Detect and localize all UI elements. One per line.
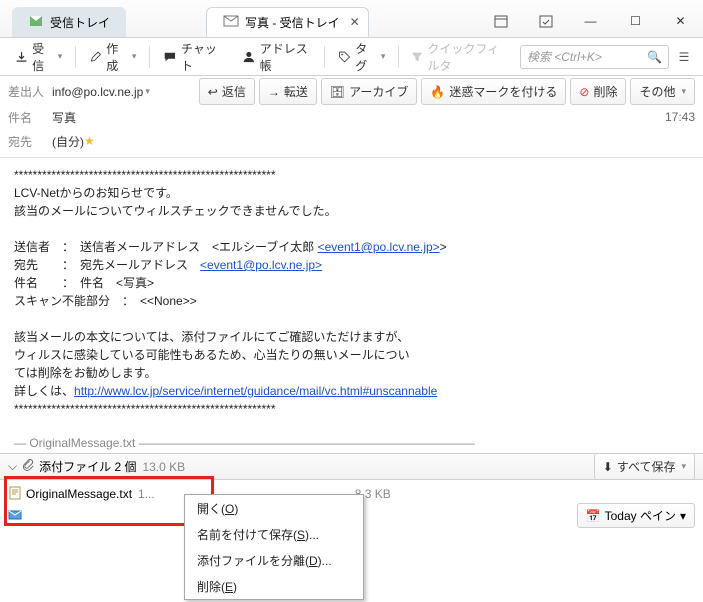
- message-body-container: ****************************************…: [0, 158, 703, 454]
- forward-icon: →: [268, 85, 280, 99]
- chevron-down-icon: ▾: [681, 461, 686, 472]
- attachment-size: 1...: [138, 487, 155, 501]
- calendar-icon[interactable]: [478, 5, 523, 37]
- forward-button[interactable]: →転送: [259, 78, 317, 105]
- chevron-down-icon: ▾: [58, 51, 63, 62]
- tab-message-label: 写真 - 受信トレイ: [245, 14, 340, 31]
- junk-button[interactable]: 🔥迷惑マークを付ける: [421, 78, 566, 105]
- message-body: ****************************************…: [0, 158, 703, 454]
- ctx-save-as[interactable]: 名前を付けて保存(S)...: [185, 521, 363, 547]
- mail-icon: [223, 13, 239, 32]
- archive-button[interactable]: 🗄アーカイブ: [321, 78, 418, 105]
- minimize-button[interactable]: —: [568, 5, 613, 37]
- message-time: 17:43: [665, 110, 695, 124]
- subject-value: 写真: [52, 109, 76, 126]
- titlebar: 受信トレイ 写真 - 受信トレイ ✕ — ☐ ✕: [0, 0, 703, 38]
- to-value: (自分): [52, 133, 84, 150]
- chevron-down-icon: ▾: [132, 51, 137, 62]
- window-controls: — ☐ ✕: [478, 5, 703, 37]
- calendar-icon: 📅: [586, 509, 601, 523]
- chevron-down-icon: ▾: [681, 86, 686, 97]
- chat-button[interactable]: チャット: [154, 35, 231, 79]
- to-label: 宛先: [8, 133, 52, 150]
- inbox-icon: [28, 13, 44, 32]
- attachment-name: OriginalMessage.txt: [26, 487, 132, 501]
- tab-inbox-label: 受信トレイ: [50, 14, 110, 31]
- eml-file-icon: [8, 508, 22, 525]
- from-label: 差出人: [8, 83, 52, 100]
- junk-icon: 🔥: [430, 85, 445, 99]
- paperclip-icon: [21, 458, 35, 475]
- attachment-bar: ⌵ 添付ファイル 2 個 13.0 KB ⬇ すべて保存 ▾: [0, 454, 703, 480]
- reply-icon: ↩: [208, 85, 218, 99]
- tag-button[interactable]: タグ▾: [329, 35, 394, 79]
- recipient-email-link[interactable]: <event1@po.lcv.ne.jp>: [200, 258, 322, 272]
- maximize-button[interactable]: ☐: [613, 5, 658, 37]
- chevron-down-icon: ▾: [680, 509, 686, 523]
- save-all-button[interactable]: ⬇ すべて保存 ▾: [594, 453, 695, 480]
- ctx-detach[interactable]: 添付ファイルを分離(D)...: [185, 547, 363, 573]
- addressbook-button[interactable]: アドレス帳: [233, 35, 320, 79]
- search-input[interactable]: 検索 <Ctrl+K> 🔍: [520, 45, 669, 69]
- attachment-total-size: 13.0 KB: [142, 460, 185, 474]
- ctx-delete[interactable]: 削除(E): [185, 573, 363, 599]
- attachment-count: 添付ファイル 2 個: [39, 458, 136, 475]
- message-actions: ↩返信 →転送 🗄アーカイブ 🔥迷惑マークを付ける ⊘削除 その他▾: [199, 78, 695, 105]
- other-button[interactable]: その他▾: [630, 78, 695, 105]
- sender-email-link[interactable]: <event1@po.lcv.ne.jp>: [318, 240, 440, 254]
- search-icon[interactable]: 🔍: [647, 50, 662, 64]
- from-value: info@po.lcv.ne.jp: [52, 85, 143, 99]
- reply-button[interactable]: ↩返信: [199, 78, 255, 105]
- ctx-open[interactable]: 開く(O): [185, 495, 363, 521]
- today-pane-button[interactable]: 📅 Today ペイン ▾: [577, 503, 695, 528]
- delete-icon: ⊘: [579, 85, 589, 99]
- original-message-divider: — OriginalMessage.txt ——————————————————…: [14, 434, 689, 452]
- close-button[interactable]: ✕: [658, 5, 703, 37]
- tasks-icon[interactable]: [523, 5, 568, 37]
- compose-button[interactable]: 作成▾: [80, 35, 145, 79]
- txt-file-icon: [8, 486, 22, 503]
- subject-label: 件名: [8, 109, 52, 126]
- close-icon[interactable]: ✕: [350, 15, 360, 29]
- quickfilter-button[interactable]: クイックフィルタ: [403, 40, 518, 74]
- receive-button[interactable]: 受信▾: [6, 35, 71, 79]
- main-toolbar: 受信▾ 作成▾ チャット アドレス帳 タグ▾ クイックフィルタ 検索 <Ctrl…: [0, 38, 703, 76]
- context-menu: 開く(O) 名前を付けて保存(S)... 添付ファイルを分離(D)... 削除(…: [184, 494, 364, 600]
- download-icon: ⬇: [603, 460, 613, 474]
- guidance-link[interactable]: http://www.lcv.jp/service/internet/guida…: [74, 384, 437, 398]
- message-header: 差出人 info@po.lcv.ne.jp ▾ ↩返信 →転送 🗄アーカイブ 🔥…: [0, 76, 703, 158]
- from-dropdown-icon[interactable]: ▾: [145, 86, 150, 97]
- tab-message[interactable]: 写真 - 受信トレイ ✕: [206, 7, 369, 37]
- archive-icon: 🗄: [330, 85, 345, 99]
- star-icon[interactable]: ★: [84, 134, 95, 148]
- attachment-chevron-icon[interactable]: ⌵: [8, 459, 17, 474]
- chevron-down-icon: ▾: [381, 51, 386, 62]
- app-menu-button[interactable]: ☰: [671, 50, 697, 64]
- delete-button[interactable]: ⊘削除: [570, 78, 626, 105]
- tab-inbox[interactable]: 受信トレイ: [12, 7, 126, 37]
